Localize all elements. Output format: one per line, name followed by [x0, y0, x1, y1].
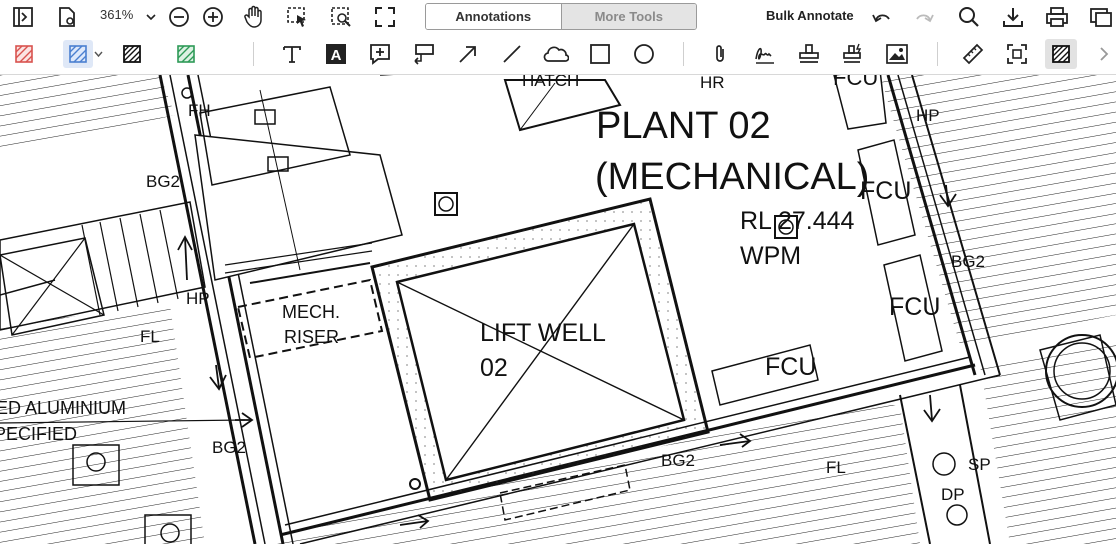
sidebar-toggle-icon[interactable] — [12, 6, 34, 28]
stamp-icon[interactable] — [797, 43, 821, 65]
image-tool-icon[interactable] — [885, 43, 909, 65]
lift-well-line2: 02 — [480, 354, 508, 382]
bg2-label-bottom: BG2 — [661, 451, 696, 470]
main-toolbar: 361% Annotations More Tools Bulk Annotat… — [0, 0, 1116, 34]
mech-riser-line2: RISER — [284, 327, 340, 347]
select-area-icon[interactable] — [286, 6, 308, 28]
download-icon[interactable] — [1002, 6, 1024, 28]
sp-label: SP — [968, 455, 991, 474]
plant-title-line1: PLANT 02 — [596, 105, 771, 147]
zoom-out-icon[interactable] — [168, 6, 190, 28]
green-hatch-icon[interactable] — [177, 45, 195, 63]
rectangle-tool-icon[interactable] — [589, 43, 611, 65]
zoom-in-icon[interactable] — [202, 6, 224, 28]
undo-icon[interactable] — [870, 6, 892, 28]
line-tool-icon[interactable] — [501, 43, 523, 65]
hatch-label: HATCH — [522, 75, 580, 90]
fl-label-bottom: FL — [826, 458, 846, 477]
hatch-fill-active-icon[interactable] — [1045, 39, 1077, 69]
toolbar-divider — [683, 42, 684, 66]
bg2-label-left: BG2 — [146, 172, 181, 191]
cloud-tool-icon[interactable] — [543, 43, 569, 65]
bulk-annotate-button[interactable]: Bulk Annotate — [766, 8, 854, 23]
fl-label-left: FL — [140, 327, 160, 346]
print-icon[interactable] — [1045, 6, 1069, 28]
fcu-label-lower: FCU — [765, 353, 817, 381]
toolbar-divider — [253, 42, 254, 66]
fcu-label-top: FCU — [833, 75, 879, 90]
aluminium-note-line2: PECIFIED — [0, 424, 78, 444]
text-tool-icon[interactable] — [281, 43, 303, 65]
wpm-label: WPM — [740, 242, 802, 270]
hp-label-right: HP — [916, 106, 940, 125]
fcu-label-upper: FCU — [860, 177, 912, 205]
comments-panel-icon[interactable] — [1089, 6, 1113, 28]
dynamic-stamp-icon[interactable] — [841, 43, 865, 65]
chevron-down-icon[interactable] — [94, 50, 103, 58]
hr-label: HR — [700, 75, 725, 92]
callout-icon[interactable] — [413, 43, 435, 65]
measure-ruler-icon[interactable] — [962, 43, 984, 65]
toolbar-divider — [937, 42, 938, 66]
paperclip-icon[interactable] — [709, 43, 731, 65]
arrow-tool-icon[interactable] — [457, 43, 479, 65]
fullscreen-icon[interactable] — [374, 6, 396, 28]
view-settings-icon[interactable] — [56, 6, 78, 28]
area-measure-icon[interactable] — [1006, 43, 1028, 65]
rl-level-label: RL 27.444 — [740, 207, 855, 235]
bg2-label-lower-left: BG2 — [212, 438, 247, 457]
tab-more-tools[interactable]: More Tools — [561, 4, 696, 29]
redo-icon[interactable] — [914, 6, 936, 28]
chevron-right-icon[interactable] — [1098, 46, 1110, 62]
bg2-label-right: BG2 — [951, 252, 986, 271]
aluminium-note-line1: ED ALUMINIUM — [0, 398, 127, 418]
plant-title-line2: (MECHANICAL) — [595, 156, 870, 198]
svg-text:A: A — [331, 47, 342, 64]
lift-well-line1: LIFT WELL — [480, 319, 606, 347]
fh-label: FH — [188, 101, 211, 120]
black-hatch-icon[interactable] — [123, 45, 141, 63]
zoom-level[interactable]: 361% — [100, 7, 133, 22]
red-hatch-icon[interactable] — [15, 45, 33, 63]
annotation-toolbar: A — [0, 34, 1116, 75]
dp-label: DP — [941, 485, 965, 504]
fcu-label-middle: FCU — [889, 293, 941, 321]
text-box-icon[interactable]: A — [325, 43, 347, 65]
tool-mode-switch: Annotations More Tools — [425, 3, 697, 30]
document-canvas[interactable]: HATCH HR FCU HP PLANT 02 (MECHANICAL) FC… — [0, 75, 1116, 544]
floor-plan-drawing — [0, 75, 1116, 544]
chevron-down-icon[interactable] — [146, 9, 156, 27]
marquee-zoom-icon[interactable] — [330, 6, 352, 28]
hp-label-left: HP — [186, 289, 210, 308]
note-add-icon[interactable] — [369, 43, 391, 65]
pan-hand-icon[interactable] — [243, 5, 265, 29]
ellipse-tool-icon[interactable] — [633, 43, 655, 65]
signature-icon[interactable] — [753, 43, 777, 65]
blue-hatch-icon[interactable] — [63, 40, 93, 68]
tab-annotations[interactable]: Annotations — [426, 4, 562, 29]
search-icon[interactable] — [958, 6, 980, 28]
mech-riser-line1: MECH. — [282, 302, 340, 322]
